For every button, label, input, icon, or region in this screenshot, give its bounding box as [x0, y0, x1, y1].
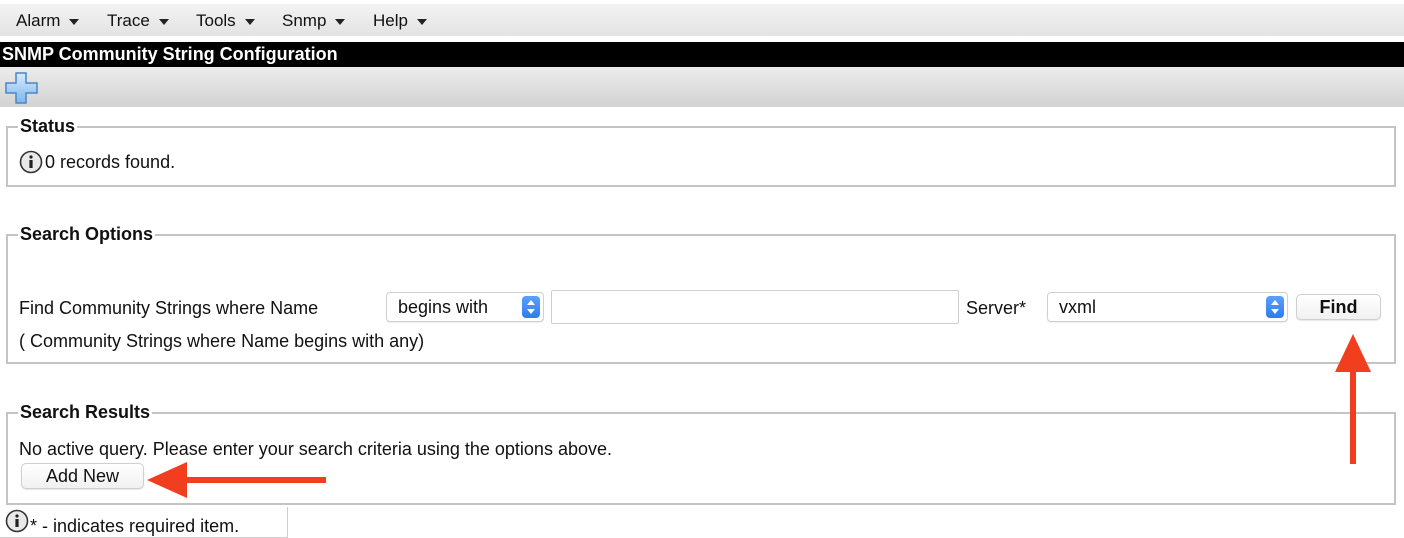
select-arrows-icon	[1266, 296, 1284, 318]
caret-down-icon	[69, 19, 80, 25]
menu-tools-label: Tools	[196, 11, 236, 30]
search-results-legend: Search Results	[20, 402, 151, 422]
caret-down-icon	[335, 19, 346, 25]
menu-snmp[interactable]: Snmp	[282, 11, 346, 31]
menu-alarm-label: Alarm	[16, 11, 61, 30]
search-summary: ( Community Strings where Name begins wi…	[19, 331, 425, 351]
select-arrows-icon	[522, 296, 540, 318]
status-group: Status	[6, 116, 1396, 187]
toolbar	[0, 67, 1404, 107]
add-new-button[interactable]: Add New	[21, 463, 144, 489]
menu-tools[interactable]: Tools	[196, 11, 255, 31]
menu-trace[interactable]: Trace	[107, 11, 169, 31]
status-message: 0 records found.	[45, 152, 176, 172]
server-value: vxml	[1059, 297, 1096, 317]
server-select[interactable]: vxml	[1047, 292, 1288, 322]
caret-down-icon	[416, 19, 427, 25]
page-title-bar: SNMP Community String Configuration	[0, 42, 1404, 67]
menu-bar: Alarm Trace Tools Snmp Help	[0, 4, 1404, 36]
footer-note: * - indicates required item.	[0, 507, 288, 538]
caret-down-icon	[158, 19, 169, 25]
find-button[interactable]: Find	[1296, 294, 1381, 320]
menu-help[interactable]: Help	[373, 11, 427, 31]
info-icon	[19, 150, 43, 174]
server-label: Server*	[966, 298, 1027, 318]
info-icon	[5, 509, 29, 533]
match-type-select[interactable]: begins with	[386, 292, 544, 322]
match-type-value: begins with	[398, 297, 489, 317]
page-title: SNMP Community String Configuration	[2, 44, 338, 64]
name-search-input[interactable]	[551, 290, 959, 324]
menu-help-label: Help	[373, 11, 408, 30]
plus-icon[interactable]	[4, 71, 40, 105]
menu-alarm[interactable]: Alarm	[16, 11, 80, 31]
search-results-message: No active query. Please enter your searc…	[19, 439, 612, 459]
caret-down-icon	[244, 19, 255, 25]
menu-snmp-label: Snmp	[282, 11, 327, 30]
status-legend: Status	[20, 116, 76, 136]
menu-trace-label: Trace	[107, 11, 150, 30]
search-options-legend: Search Options	[20, 224, 154, 244]
footer-note-text: * - indicates required item.	[30, 516, 240, 536]
find-label: Find Community Strings where Name	[19, 298, 319, 318]
